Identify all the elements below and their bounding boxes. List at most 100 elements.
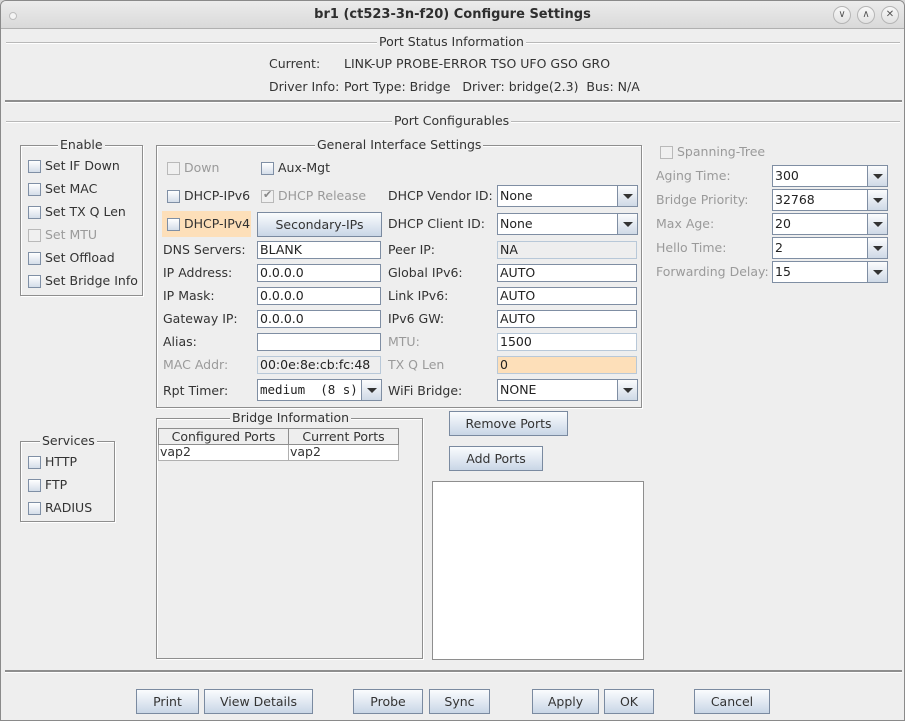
remove-ports-button[interactable]: Remove Ports [449,411,568,436]
chevron-down-icon[interactable] [617,214,637,234]
mac-addr-field[interactable]: 00:0e:8e:cb:fc:48 [257,356,381,374]
global-ipv6-label: Global IPv6: [388,265,463,280]
dhcp-vendor-id-label: DHCP Vendor ID: [388,188,493,203]
max-age-label: Max Age: [656,216,715,231]
http-checkbox[interactable] [28,456,41,469]
print-button[interactable]: Print [136,689,199,714]
gateway-ip-field[interactable]: 0.0.0.0 [257,310,381,328]
dhcp-release-checkbox[interactable] [261,188,274,203]
current-port-cell[interactable]: vap2 [288,445,399,461]
chevron-down-icon[interactable] [867,262,887,282]
gateway-ip-label: Gateway IP: [163,311,238,326]
maximize-button[interactable]: ∧ [857,6,875,24]
dhcp-release-label: DHCP Release [278,188,367,203]
down-label: Down [184,160,220,175]
wifi-bridge-value: NONE [500,382,537,397]
global-ipv6-field[interactable]: AUTO [497,264,637,282]
chevron-down-icon[interactable] [617,380,637,400]
chevron-down-icon[interactable] [867,166,887,186]
current-ports-header[interactable]: Current Ports [288,428,399,445]
dns-servers-label: DNS Servers: [163,242,246,257]
title-bar[interactable]: br1 (ct523-3n-f20) Configure Settings ∨ … [1,1,904,29]
set-if-down-checkbox[interactable] [28,160,41,173]
set-mac-checkbox[interactable] [28,183,41,196]
dns-servers-field[interactable]: BLANK [257,241,381,259]
configure-settings-window: br1 (ct523-3n-f20) Configure Settings ∨ … [0,0,905,721]
probe-button[interactable]: Probe [353,689,423,714]
set-offload-checkbox[interactable] [28,252,41,265]
alias-field[interactable] [257,333,381,351]
secondary-ips-button[interactable]: Secondary-IPs [257,212,382,237]
configured-ports-header[interactable]: Configured Ports [158,428,289,445]
dhcp-client-id-value: None [500,216,533,231]
driver-info-value: Port Type: Bridge Driver: bridge(2.3) Bu… [344,79,640,94]
set-bridge-info-checkbox[interactable] [28,275,41,288]
chevron-down-icon[interactable] [867,214,887,234]
rpt-timer-label: Rpt Timer: [163,383,229,398]
wifi-bridge-label: WiFi Bridge: [388,383,463,398]
rpt-timer-select[interactable]: medium (8 s) [257,379,382,401]
ok-button[interactable]: OK [604,689,654,714]
ftp-checkbox[interactable] [28,479,41,492]
mtu-label: MTU: [388,334,420,349]
link-ipv6-field[interactable]: AUTO [497,287,637,305]
dhcp-vendor-id-select[interactable]: None [497,185,638,207]
bridge-info-heading: Bridge Information [230,410,352,425]
radius-checkbox[interactable] [28,502,41,515]
wifi-bridge-select[interactable]: NONE [497,379,638,401]
ipv6-gw-label: IPv6 GW: [388,311,445,326]
apply-button[interactable]: Apply [532,689,599,714]
cancel-button[interactable]: Cancel [694,689,770,714]
set-tx-q-len-label: Set TX Q Len [45,204,126,219]
services-heading: Services [40,433,97,448]
forwarding-delay-select[interactable]: 15 [772,261,888,283]
ip-mask-label: IP Mask: [163,288,215,303]
set-tx-q-len-checkbox[interactable] [28,206,41,219]
aging-time-select[interactable]: 300 [772,165,888,187]
ipv6-gw-field[interactable]: AUTO [497,310,637,328]
port-status-heading: Port Status Information [377,34,526,49]
minimize-button[interactable]: ∨ [833,6,851,24]
set-mac-label: Set MAC [45,181,98,196]
current-value: LINK-UP PROBE-ERROR TSO UFO GSO GRO [344,56,611,71]
spanning-tree-checkbox[interactable] [660,146,673,159]
down-checkbox[interactable] [167,162,180,175]
rpt-timer-value: medium (8 s) [260,382,358,397]
ip-address-field[interactable]: 0.0.0.0 [257,264,381,282]
max-age-select[interactable]: 20 [772,213,888,235]
sync-button[interactable]: Sync [429,689,490,714]
port-configurables-heading: Port Configurables [392,113,512,128]
chevron-down-icon[interactable] [867,190,887,210]
view-details-button[interactable]: View Details [204,689,313,714]
dhcp-ipv4-label: DHCP-IPv4 [184,216,251,231]
general-settings-heading: General Interface Settings [315,137,484,152]
hello-time-value: 2 [775,240,783,255]
add-ports-button[interactable]: Add Ports [449,446,543,471]
chevron-down-icon[interactable] [867,238,887,258]
configured-port-cell[interactable]: vap2 [158,445,289,461]
hello-time-label: Hello Time: [656,240,727,255]
set-mtu-label: Set MTU [45,227,98,242]
dhcp-client-id-label: DHCP Client ID: [388,216,485,231]
ip-mask-field[interactable]: 0.0.0.0 [257,287,381,305]
dhcp-ipv4-checkbox[interactable] [167,218,180,231]
chevron-down-icon[interactable] [361,380,381,400]
footer-divider [5,670,902,673]
set-mtu-checkbox[interactable] [28,229,41,242]
mtu-field[interactable]: 1500 [497,333,637,351]
link-ipv6-label: Link IPv6: [388,288,449,303]
tx-q-len-field[interactable]: 0 [497,356,637,374]
close-button[interactable]: ✕ [881,6,899,24]
mac-addr-label: MAC Addr: [163,357,229,372]
dhcp-client-id-select[interactable]: None [497,213,638,235]
max-age-value: 20 [775,216,791,231]
set-offload-label: Set Offload [45,250,115,265]
chevron-down-icon[interactable] [617,186,637,206]
dhcp-ipv6-checkbox[interactable] [167,190,180,203]
available-ports-list[interactable] [432,481,644,660]
aux-mgt-checkbox[interactable] [261,162,274,175]
bridge-priority-select[interactable]: 32768 [772,189,888,211]
aux-mgt-label: Aux-Mgt [278,160,331,175]
hello-time-select[interactable]: 2 [772,237,888,259]
peer-ip-field[interactable]: NA [497,241,637,259]
